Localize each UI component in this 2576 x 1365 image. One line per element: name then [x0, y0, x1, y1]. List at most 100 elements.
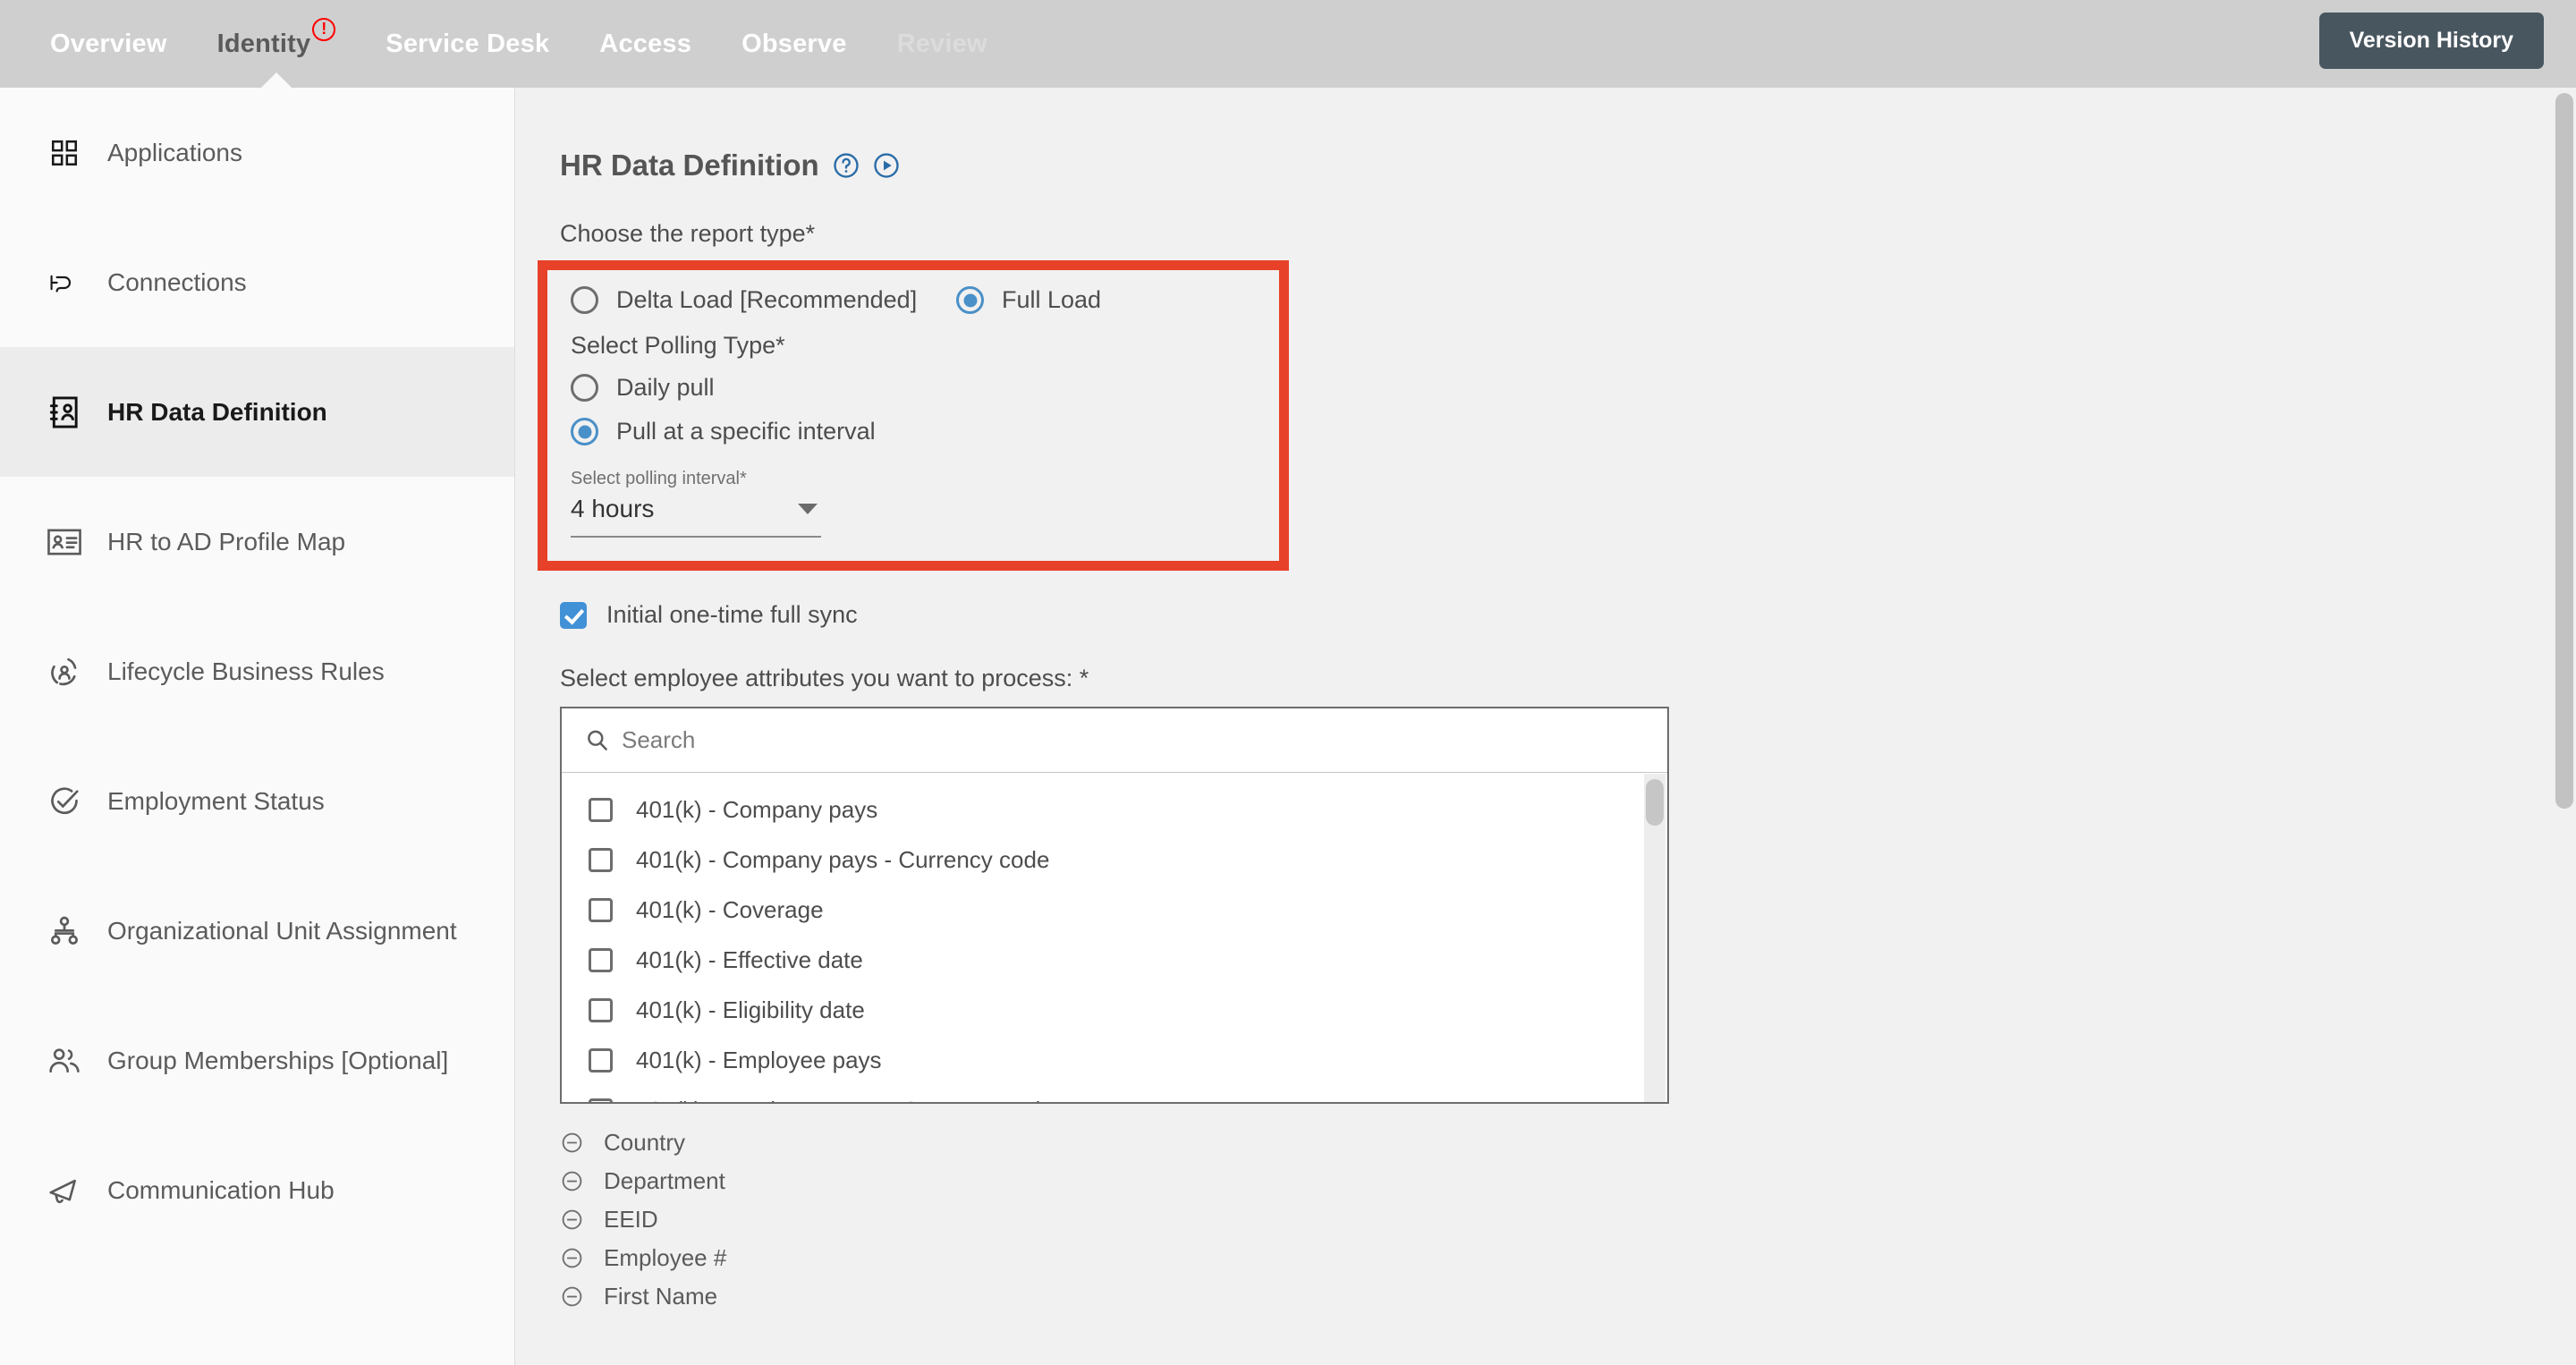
remove-circle-icon[interactable] [560, 1246, 584, 1270]
radio-delta-load-label: Delta Load [Recommended] [616, 286, 918, 313]
selected-attribute-label: EEID [604, 1206, 658, 1233]
page-title: HR Data Definition [560, 148, 819, 182]
tab-identity-label: Identity [216, 29, 311, 58]
tab-service-desk-label: Service Desk [386, 29, 550, 58]
attribute-option[interactable]: 401(k) - Company pays - Currency code [562, 835, 1640, 885]
plug-icon [45, 263, 84, 302]
attribute-search-bar [562, 708, 1667, 773]
sidebar-item-label: Group Memberships [Optional] [107, 1046, 449, 1074]
polling-interval-select[interactable]: 4 hours [571, 495, 821, 538]
selected-attribute-label: Employee # [604, 1244, 727, 1271]
remove-circle-icon[interactable] [560, 1284, 584, 1309]
attribute-option[interactable]: 401(k) - Employee pays - Currency code [562, 1085, 1640, 1103]
employee-attributes-label: Select employee attributes you want to p… [560, 665, 1089, 691]
checkbox-checked-icon [560, 601, 587, 629]
selected-attribute-row[interactable]: EEID [560, 1200, 2576, 1239]
sidebar-item-label: Communication Hub [107, 1175, 335, 1204]
selected-attribute-row[interactable]: Country [560, 1123, 2576, 1162]
radio-daily-pull[interactable]: Daily pull [571, 374, 1224, 402]
org-tree-icon [45, 911, 84, 951]
radio-daily-pull-label: Daily pull [616, 374, 715, 401]
checkbox-icon [589, 947, 613, 972]
attribute-option[interactable]: 401(k) - Eligibility date [562, 985, 1640, 1035]
checkbox-icon [589, 997, 613, 1022]
tab-access[interactable]: Access [599, 0, 691, 88]
sidebar-item-hr-data-definition[interactable]: HR Data Definition [0, 347, 514, 477]
attribute-option-list: 401(k) - Company pays 401(k) - Company p… [562, 774, 1640, 1103]
attribute-option[interactable]: 401(k) - Coverage [562, 885, 1640, 935]
sidebar-item-label: HR Data Definition [107, 397, 327, 426]
radio-full-load[interactable]: Full Load [956, 286, 1101, 314]
warning-icon: ! [312, 18, 336, 41]
attribute-option-label: 401(k) - Company pays - Currency code [636, 845, 1050, 873]
radio-delta-load-indicator [571, 286, 598, 314]
help-circle-icon[interactable] [833, 152, 860, 179]
search-icon [585, 728, 609, 752]
attribute-option-label: 401(k) - Employee pays [636, 1046, 882, 1073]
tab-overview-label: Overview [50, 29, 167, 58]
selected-attribute-label: Department [604, 1167, 725, 1194]
checkbox-icon [589, 847, 613, 872]
selected-attribute-row[interactable]: Employee # [560, 1239, 2576, 1277]
selected-attribute-row[interactable]: First Name [560, 1277, 2576, 1316]
tab-overview[interactable]: Overview [50, 0, 167, 88]
radio-pull-interval[interactable]: Pull at a specific interval [571, 418, 1224, 445]
play-circle-icon[interactable] [873, 152, 900, 179]
active-tab-pointer-icon [260, 72, 292, 88]
initial-full-sync-checkbox[interactable]: Initial one-time full sync [560, 601, 2576, 629]
remove-circle-icon[interactable] [560, 1131, 584, 1155]
tab-observe[interactable]: Observe [741, 0, 846, 88]
main-content: HR Data Definition Choose the report typ… [516, 88, 2576, 1365]
sidebar-item-employment-status[interactable]: Employment Status [0, 736, 514, 866]
selected-attribute-row[interactable]: Department [560, 1162, 2576, 1200]
attribute-option[interactable]: 401(k) - Employee pays [562, 1035, 1640, 1085]
tab-observe-label: Observe [741, 29, 847, 58]
sidebar-item-lifecycle-business-rules[interactable]: Lifecycle Business Rules [0, 606, 514, 736]
sidebar-item-connections[interactable]: Connections [0, 217, 514, 347]
sidebar-item-label: Employment Status [107, 786, 325, 815]
remove-circle-icon[interactable] [560, 1208, 584, 1232]
attribute-list-scrollbar-thumb[interactable] [1646, 779, 1664, 826]
polling-interval-caption: Select polling interval* [571, 469, 747, 488]
sidebar-item-label: Applications [107, 138, 242, 166]
radio-delta-load[interactable]: Delta Load [Recommended] [571, 286, 924, 314]
attribute-option-label: 401(k) - Effective date [636, 945, 863, 973]
sidebar-item-label: Lifecycle Business Rules [107, 657, 385, 685]
checkbox-icon [589, 897, 613, 922]
employee-attributes-picker: 401(k) - Company pays 401(k) - Company p… [560, 707, 1669, 1104]
checkbox-icon [589, 1047, 613, 1072]
checkbox-icon [589, 1098, 613, 1102]
lifecycle-person-icon [45, 652, 84, 691]
sidebar: Applications Connections HR Data Definit… [0, 88, 515, 1365]
sidebar-item-hr-to-ad-profile-map[interactable]: HR to AD Profile Map [0, 477, 514, 606]
polling-interval-value: 4 hours [571, 495, 655, 522]
profile-card-icon [45, 522, 84, 562]
attribute-option[interactable]: 401(k) - Company pays [562, 784, 1640, 835]
tab-access-label: Access [599, 29, 692, 58]
search-input[interactable] [622, 726, 1427, 754]
attribute-option[interactable]: 401(k) - Effective date [562, 935, 1640, 985]
tab-review[interactable]: Review [897, 0, 987, 88]
top-navigation-bar: Overview Identity ! Service Desk Access … [0, 0, 2576, 88]
tab-identity[interactable]: Identity ! [217, 0, 336, 88]
polling-type-label: Select Polling Type* [571, 332, 785, 359]
selected-attributes-list: Country Department EEID Employee # First… [560, 1123, 2576, 1316]
tab-service-desk[interactable]: Service Desk [386, 0, 549, 88]
attribute-option-label: 401(k) - Employee pays - Currency code [636, 1097, 1054, 1103]
sidebar-item-organizational-unit-assignment[interactable]: Organizational Unit Assignment [0, 866, 514, 996]
remove-circle-icon[interactable] [560, 1169, 584, 1193]
sidebar-item-communication-hub[interactable]: Communication Hub [0, 1125, 514, 1255]
id-card-person-icon [45, 393, 84, 432]
selected-attribute-label: First Name [604, 1283, 718, 1310]
people-icon [45, 1041, 84, 1081]
page-scrollbar-thumb[interactable] [2555, 93, 2573, 809]
tab-review-label: Review [896, 29, 987, 58]
sidebar-item-applications[interactable]: Applications [0, 88, 514, 217]
megaphone-icon [45, 1171, 84, 1210]
version-history-button[interactable]: Version History [2318, 13, 2544, 69]
radio-pull-interval-indicator [571, 418, 598, 445]
sidebar-item-label: HR to AD Profile Map [107, 527, 346, 555]
report-type-label: Choose the report type* [560, 220, 816, 247]
grid-icon [45, 133, 84, 173]
sidebar-item-group-memberships[interactable]: Group Memberships [Optional] [0, 996, 514, 1125]
